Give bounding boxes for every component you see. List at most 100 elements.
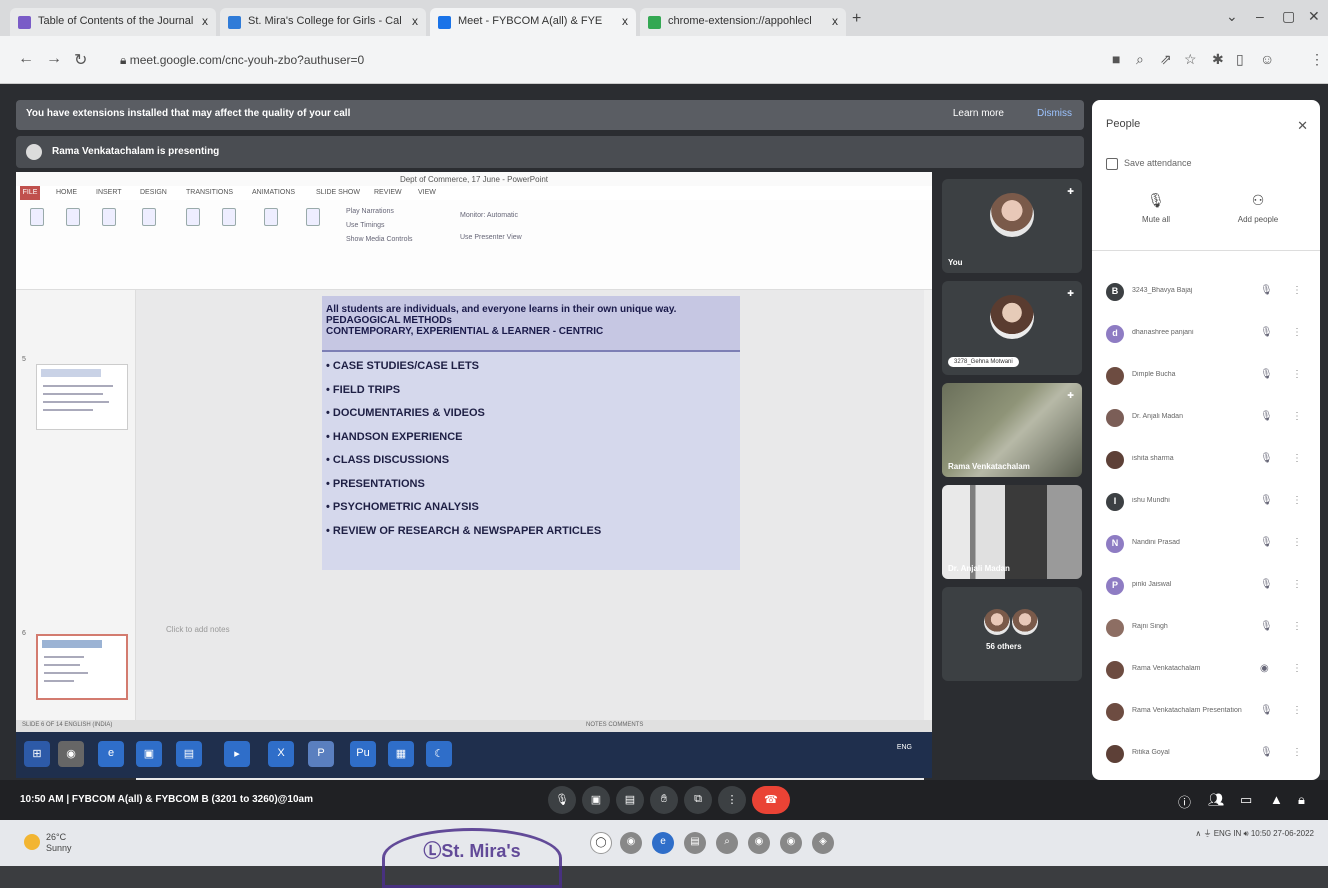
mic-off-icon[interactable]: 🎙︎ [1260,285,1273,296]
add-people-button[interactable]: ⚇ Add people [1218,192,1298,224]
mic-off-icon[interactable]: 🎙︎ [1260,495,1273,506]
slide-thumbnail[interactable] [36,364,128,430]
zoom-icon[interactable]: ⌕ [1136,51,1144,68]
notes-placeholder[interactable]: Click to add notes [166,625,230,634]
close-window-icon[interactable]: ✕ [1308,8,1320,25]
file-tab[interactable]: FILE [20,186,40,200]
more-options-icon[interactable]: ⋮ [1292,369,1302,380]
pin-icon[interactable]: ✚ [1067,289,1074,298]
tab-animations[interactable]: ANIMATIONS [252,189,295,196]
participant-row[interactable]: d dhanashree panjani 🎙︎ ⋮ [1092,318,1320,352]
participant-row[interactable]: B 3243_Bhavya Bajaj 🎙︎ ⋮ [1092,276,1320,310]
more-options-icon[interactable]: ⋮ [1292,705,1302,716]
chat-bubble-icon[interactable]: ◯ [590,832,612,854]
file-explorer-icon[interactable]: ▤ [176,741,202,767]
windows-start-icon[interactable]: ⊞ [24,741,50,767]
close-tab-icon[interactable]: x [832,14,838,28]
bookmark-star-icon[interactable]: ☆ [1184,51,1197,68]
more-options-icon[interactable]: ⋮ [1292,495,1302,506]
dismiss-button[interactable]: Dismiss [1037,108,1072,119]
tab-journal[interactable]: Table of Contents of the Journal x [10,8,216,36]
chrome-profile-icon[interactable]: ◉ [780,832,802,854]
learn-more-link[interactable]: Learn more [953,108,1004,119]
slide-thumbnail-selected[interactable] [36,634,128,700]
info-icon[interactable]: ⓘ [1178,792,1191,811]
save-attendance-button[interactable]: Save attendance [1106,158,1192,170]
tile-rama[interactable]: ✚ Rama Venkatachalam [942,383,1082,477]
tab-review[interactable]: REVIEW [374,189,402,196]
forward-icon[interactable]: → [46,50,62,68]
clock-time[interactable]: 10:50 [1251,829,1271,838]
weather-widget[interactable]: 26°C Sunny [24,832,72,854]
participant-row[interactable]: Dr. Anjali Madan 🎙︎ ⋮ [1092,402,1320,436]
outlook-icon[interactable]: ▣ [136,741,162,767]
use-timings-checkbox[interactable]: Use Timings [346,222,385,229]
monitor-select[interactable]: Monitor: Automatic [460,212,518,219]
mic-icon[interactable]: 🎙︎ [548,786,576,814]
more-options-icon[interactable]: ⋮ [1292,747,1302,758]
new-tab-button[interactable]: + [852,10,861,28]
raise-hand-icon[interactable]: ✋︎ [650,786,678,814]
more-options-icon[interactable]: ⋮ [1292,579,1302,590]
more-options-icon[interactable]: ⋮ [1292,453,1302,464]
play-narrations-checkbox[interactable]: Play Narrations [346,208,394,215]
participant-row[interactable]: Rama Venkatachalam Presentation 🎙︎ ⋮ [1092,696,1320,730]
tab-design[interactable]: DESIGN [140,189,167,196]
tab-slide-show[interactable]: SLIDE SHOW [316,189,360,196]
participant-row[interactable]: Rama Venkatachalam ◉ ⋮ [1092,654,1320,688]
minimize-icon[interactable]: – [1256,8,1264,24]
share-icon[interactable]: ⇗ [1160,51,1172,68]
more-options-icon[interactable]: ⋮ [1292,327,1302,338]
participant-row[interactable]: Dimple Bucha 🎙︎ ⋮ [1092,360,1320,394]
participant-row[interactable]: I ishu Mundhi 🎙︎ ⋮ [1092,486,1320,520]
more-options-icon[interactable]: ⋮ [1292,537,1302,548]
camera-icon[interactable]: ■ [1112,51,1120,67]
chrome-icon[interactable]: ◉ [620,832,642,854]
publisher-icon[interactable]: Pu [350,741,376,767]
close-icon[interactable]: ✕ [1297,118,1308,134]
tile-gehna[interactable]: ✚ 3278_Gehna Motwani [942,281,1082,375]
tab-extension[interactable]: chrome-extension://appohlecl x [640,8,846,36]
custom-show-icon[interactable] [142,208,156,226]
from-current-icon[interactable] [66,208,80,226]
mic-off-icon[interactable]: 🎙︎ [1260,453,1273,464]
tab-home[interactable]: HOME [56,189,77,196]
more-options-icon[interactable]: ⋮ [718,786,746,814]
participant-row[interactable]: Ritika Goyal 🎙︎ ⋮ [1092,738,1320,772]
edge-icon[interactable]: e [98,741,124,767]
pin-icon[interactable]: ✚ [1067,391,1074,400]
mic-off-icon[interactable]: 🎙︎ [1260,369,1273,380]
setup-show-icon[interactable] [186,208,200,226]
extensions-icon[interactable]: ✱ [1212,51,1224,68]
participant-row[interactable]: P pinki Jaiswal 🎙︎ ⋮ [1092,570,1320,604]
host-controls-icon[interactable]: 🔒︎ [1298,792,1305,808]
leave-call-button[interactable]: ☎︎ [752,786,790,814]
mic-off-icon[interactable]: 🎙︎ [1260,411,1273,422]
file-explorer-icon[interactable]: ▤ [684,832,706,854]
tab-insert[interactable]: INSERT [96,189,122,196]
chevron-up-icon[interactable]: ∧ [1195,829,1201,838]
mic-off-icon[interactable]: 🎙︎ [1260,579,1273,590]
more-options-icon[interactable]: ⋮ [1292,285,1302,296]
close-tab-icon[interactable]: x [622,14,628,28]
close-tab-icon[interactable]: x [412,14,418,28]
rehearse-timings-icon[interactable] [264,208,278,226]
speaker-icon[interactable]: 🔊︎ [1244,829,1249,838]
captions-icon[interactable]: ▤ [616,786,644,814]
presenter-view-checkbox[interactable]: Use Presenter View [460,234,522,241]
app-icon[interactable]: ◈ [812,832,834,854]
chrome-icon[interactable]: ◉ [58,741,84,767]
media-icon[interactable]: ▸ [224,741,250,767]
sidebar-icon[interactable]: ▯ [1236,51,1244,68]
close-tab-icon[interactable]: x [202,14,208,28]
present-online-icon[interactable] [102,208,116,226]
profile-avatar-icon[interactable]: ☺ [1260,51,1274,67]
mic-off-icon[interactable]: 🎙︎ [1260,621,1273,632]
folder-icon[interactable]: ▦ [388,741,414,767]
edge-icon[interactable]: e [652,832,674,854]
camera-icon[interactable]: ▣ [582,786,610,814]
present-screen-icon[interactable]: ⧉ [684,786,712,814]
more-options-icon[interactable]: ⋮ [1292,663,1302,674]
from-beginning-icon[interactable] [30,208,44,226]
language[interactable]: ENG [1214,829,1231,838]
